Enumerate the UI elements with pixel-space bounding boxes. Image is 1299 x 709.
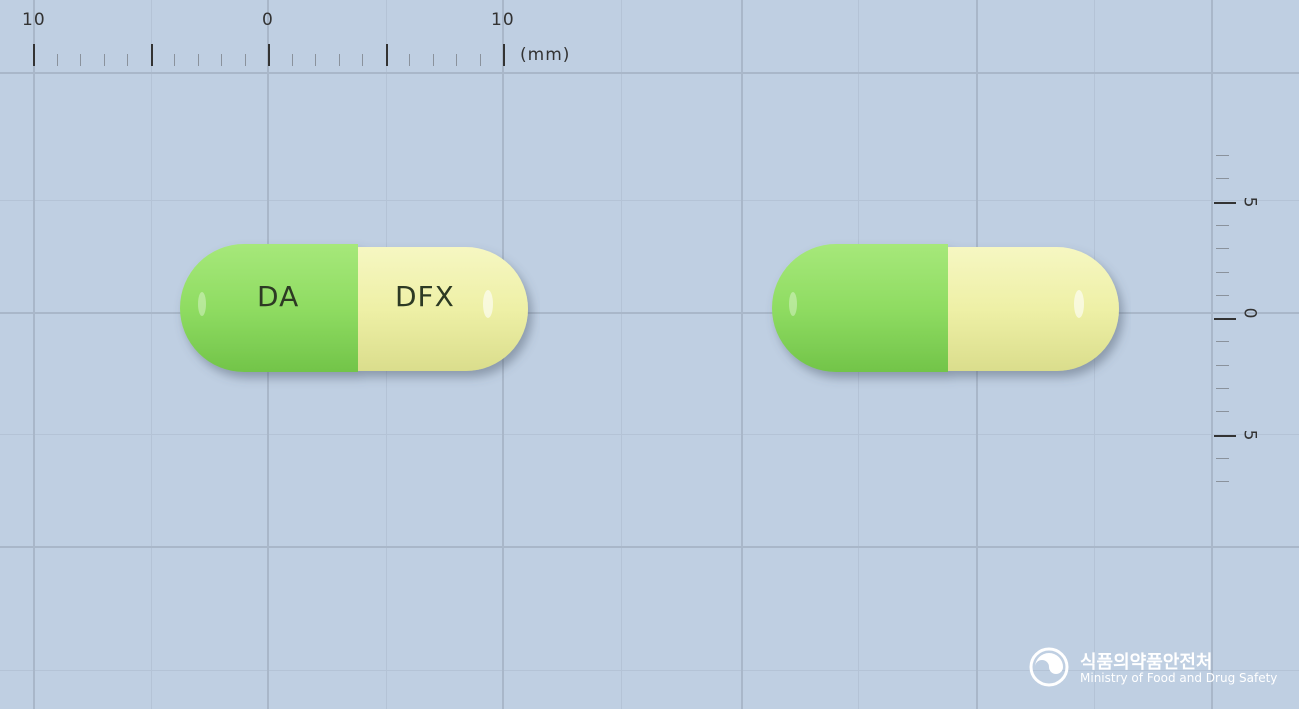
- ruler-tick: [103, 54, 105, 66]
- ruler-unit-label: (mm): [520, 45, 571, 65]
- ruler-tick: [479, 54, 481, 66]
- ruler-tick: [1216, 481, 1229, 483]
- grid-line: [621, 0, 622, 709]
- ruler-number: 10: [491, 10, 515, 30]
- ruler-number: 10: [22, 10, 46, 30]
- grid-line: [33, 0, 35, 709]
- ministry-name-english: Ministry of Food and Drug Safety: [1080, 671, 1278, 685]
- ruler-tick: [1216, 364, 1229, 366]
- grid-line: [0, 546, 1299, 548]
- ruler-tick: [1214, 318, 1236, 321]
- ruler-tick: [244, 54, 246, 66]
- pill-image-canvas: 10 0 10 (mm) 5 0 5 DA DFX 식품의약품안전처 Minis…: [0, 0, 1299, 709]
- ruler-tick: [385, 44, 388, 66]
- grid-line: [741, 0, 743, 709]
- ruler-number: 0: [1239, 307, 1260, 319]
- ruler-tick: [432, 54, 434, 66]
- ruler-tick: [127, 54, 128, 66]
- ruler-tick: [409, 54, 410, 66]
- ruler-tick: [33, 44, 35, 66]
- capsule-cap: [772, 244, 948, 372]
- capsule-body: [945, 247, 1119, 371]
- ruler-tick: [268, 44, 270, 66]
- ruler-tick: [315, 54, 316, 66]
- capsule-front: [180, 244, 528, 372]
- capsule-back: [772, 244, 1119, 372]
- ruler-number: 5: [1239, 429, 1260, 441]
- grid-line: [0, 200, 1299, 201]
- ruler-tick: [1216, 271, 1229, 273]
- ruler-tick: [56, 54, 58, 66]
- ruler-tick: [1216, 457, 1229, 459]
- ruler-tick: [1216, 411, 1229, 413]
- ruler-tick: [1216, 294, 1229, 296]
- ruler-number: 5: [1239, 196, 1260, 208]
- grid-line: [151, 0, 152, 709]
- ruler-tick: [1216, 178, 1229, 180]
- ruler-tick: [1216, 155, 1229, 156]
- ruler-tick: [362, 54, 363, 66]
- ruler-tick: [150, 44, 153, 66]
- ruler-tick: [197, 54, 199, 66]
- ministry-logo-icon: [1029, 647, 1069, 687]
- ruler-tick: [1214, 434, 1236, 437]
- capsule-imprint-left: DA: [257, 280, 300, 313]
- ruler-tick: [1214, 201, 1236, 204]
- ruler-tick: [291, 54, 293, 66]
- grid-line: [1211, 0, 1213, 709]
- ruler-tick: [1216, 341, 1229, 343]
- ruler-tick: [1216, 224, 1229, 226]
- ruler-tick: [1216, 388, 1229, 389]
- grid-line: [0, 434, 1299, 435]
- ruler-tick: [338, 54, 340, 66]
- ruler-number: 0: [262, 10, 274, 30]
- ruler-tick: [503, 44, 505, 66]
- ruler-tick: [174, 54, 175, 66]
- ruler-tick: [221, 54, 222, 66]
- ruler-tick: [80, 54, 81, 66]
- ruler-tick: [456, 54, 457, 66]
- ruler-tick: [1216, 248, 1229, 250]
- grid-line: [0, 72, 1299, 74]
- capsule-imprint-right: DFX: [395, 280, 455, 313]
